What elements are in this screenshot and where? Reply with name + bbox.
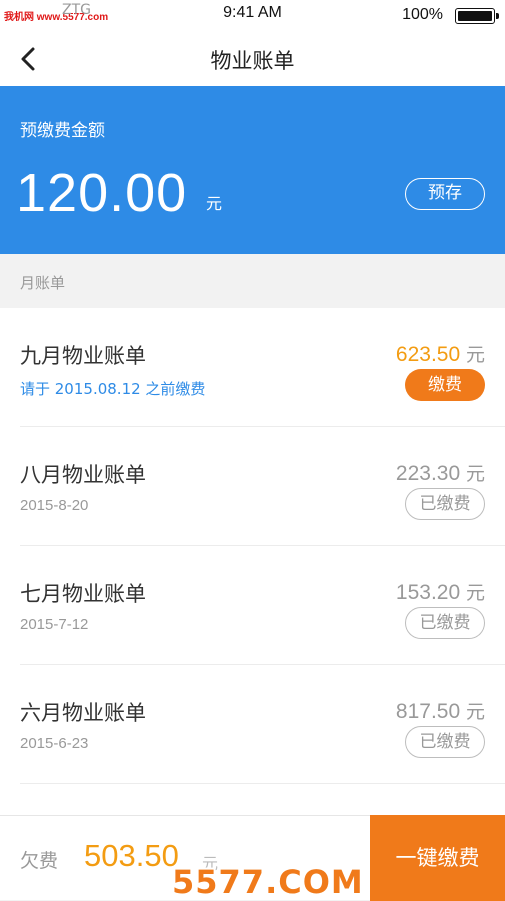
owed-label: 欠费 <box>20 850 59 872</box>
prepay-unit: 元 <box>206 194 223 213</box>
footer-bar: 欠费 503.50 元 一键缴费 5577.COM <box>0 815 505 901</box>
owed-amount: 503.50 <box>84 838 179 873</box>
pay-all-button[interactable]: 一键缴费 <box>370 815 505 901</box>
bill-amount: 817.50 元 <box>396 697 485 724</box>
bill-date: 2015-7-12 <box>20 616 89 633</box>
bill-amount-value: 153.20 <box>395 581 461 604</box>
section-header: 月账单 <box>0 254 505 308</box>
bill-item[interactable]: 六月物业账单 2015-6-23 817.50 元 已缴费 <box>0 665 505 784</box>
bill-name: 八月物业账单 <box>20 463 146 487</box>
bill-list: 九月物业账单 请于 2015.08.12 之前缴费 623.50 元 缴费 八月… <box>0 308 505 815</box>
bill-amount-value: 817.50 <box>395 700 461 723</box>
bill-amount-value: 223.30 <box>395 462 461 485</box>
battery-percent: 100% <box>402 6 443 23</box>
pay-button[interactable]: 缴费 <box>405 369 485 401</box>
prepay-amount: 120.00 <box>16 163 188 223</box>
page-title: 物业账单 <box>210 49 295 73</box>
bill-amount: 153.20 元 <box>396 578 485 605</box>
paid-badge[interactable]: 已缴费 <box>405 488 485 520</box>
bill-amount: 223.30 元 <box>396 459 485 486</box>
bill-item[interactable]: 七月物业账单 2015-7-12 153.20 元 已缴费 <box>0 546 505 665</box>
bill-name: 九月物业账单 <box>20 344 146 368</box>
bill-date: 2015-8-20 <box>20 497 89 514</box>
bill-amount: 623.50 元 <box>396 340 485 367</box>
divider <box>20 783 505 784</box>
prepay-label: 预缴费金额 <box>20 121 105 141</box>
status-bar: 我机网 www.5577.com ZTG 9:41 AM 100% <box>0 0 505 32</box>
watermark-logo: 5577.COM <box>172 863 364 901</box>
bill-amount-unit: 元 <box>465 344 485 366</box>
section-title: 月账单 <box>20 274 66 292</box>
bill-amount-value: 623.50 <box>395 343 461 366</box>
bill-amount-unit: 元 <box>465 463 485 485</box>
bill-item[interactable]: 八月物业账单 2015-8-20 223.30 元 已缴费 <box>0 427 505 546</box>
prepay-header: 预缴费金额 120.00 元 预存 <box>0 86 505 254</box>
bill-amount-unit: 元 <box>465 582 485 604</box>
bill-date: 2015-6-23 <box>20 735 89 752</box>
bill-name: 七月物业账单 <box>20 582 146 606</box>
bill-due-note: 请于 2015.08.12 之前缴费 <box>20 380 206 398</box>
paid-badge[interactable]: 已缴费 <box>405 607 485 639</box>
paid-badge[interactable]: 已缴费 <box>405 726 485 758</box>
prepay-button[interactable]: 预存 <box>405 178 485 210</box>
bill-name: 六月物业账单 <box>20 701 146 725</box>
nav-bar: 物业账单 <box>0 32 505 86</box>
battery-icon <box>455 8 499 24</box>
bill-amount-unit: 元 <box>465 701 485 723</box>
bill-item[interactable]: 九月物业账单 请于 2015.08.12 之前缴费 623.50 元 缴费 <box>0 308 505 427</box>
